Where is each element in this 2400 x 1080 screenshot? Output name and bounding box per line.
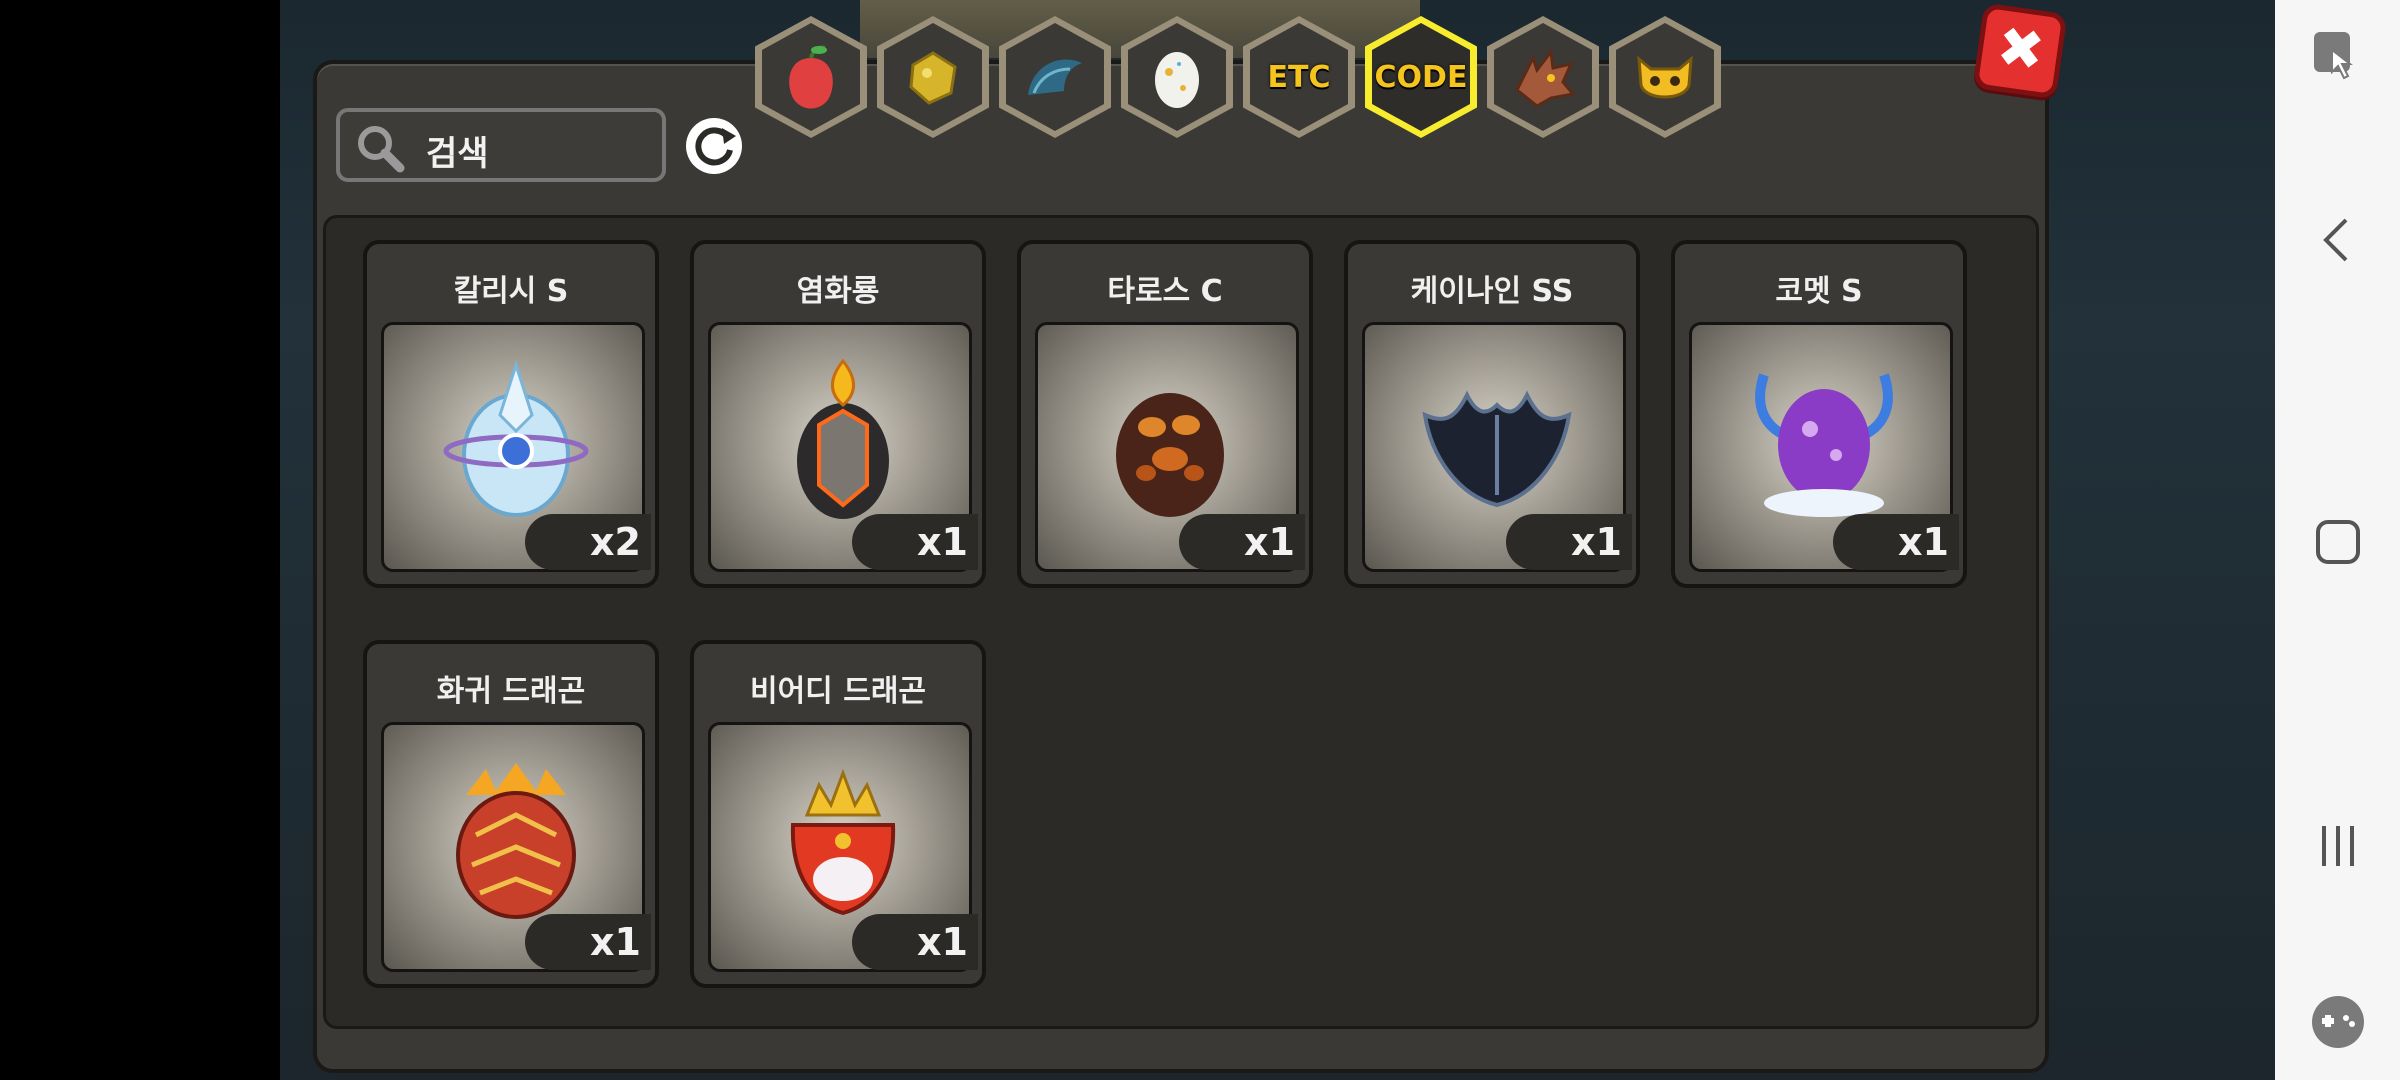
dragon-head-icon [1515, 48, 1576, 108]
item-quantity: x1 [525, 914, 651, 970]
item-card[interactable]: 염화룡 x1 [690, 240, 986, 588]
flame-egg-icon [456, 763, 576, 919]
item-name: 코멧 S [1775, 274, 1863, 309]
item-name: 화귀 드래곤 [436, 674, 586, 709]
crystal-egg-icon [443, 360, 589, 517]
game-launcher-icon[interactable] [2310, 994, 2366, 1050]
item-name: 칼리시 S [453, 274, 569, 309]
item-card[interactable]: 칼리시 S x2 [363, 240, 659, 588]
item-name: 염화룡 [796, 274, 880, 309]
item-quantity: x1 [1179, 514, 1305, 570]
home-icon[interactable] [2310, 514, 2366, 570]
fruit-icon [789, 45, 833, 109]
item-card[interactable]: 타로스 C x1 [1017, 240, 1313, 588]
refresh-icon[interactable] [684, 116, 744, 176]
tab-etc-label: ETC [1267, 59, 1331, 95]
gold-nugget-icon [909, 51, 957, 105]
item-name: 케이나인 SS [1410, 274, 1574, 309]
item-quantity: x2 [525, 514, 651, 570]
close-icon: ✖ [1992, 14, 2049, 86]
recent-apps-icon[interactable] [2310, 818, 2366, 874]
item-quantity: x1 [1506, 514, 1632, 570]
item-card[interactable]: 케이나인 SS x1 [1344, 240, 1640, 588]
tab-code-label: CODE [1374, 59, 1468, 95]
item-name: 비어디 드래곤 [749, 674, 927, 709]
purple-egg-icon [1755, 373, 1893, 517]
search-icon [358, 126, 405, 173]
close-button[interactable]: ✖ [1972, 2, 2068, 100]
fire-dragon-egg-icon [797, 358, 889, 519]
lava-egg-icon [1116, 393, 1224, 517]
claw-icon [1028, 59, 1082, 95]
left-letterbox [0, 0, 280, 1080]
item-card[interactable]: 비어디 드래곤 x1 [690, 640, 986, 988]
item-name: 타로스 C [1107, 274, 1223, 309]
item-card[interactable]: 화귀 드래곤 x1 [363, 640, 659, 988]
item-quantity: x1 [852, 914, 978, 970]
item-card[interactable]: 코멧 S x1 [1671, 240, 1967, 588]
egg-icon [1155, 52, 1199, 108]
search-input[interactable]: 검색 [336, 108, 666, 182]
back-icon[interactable] [2310, 212, 2366, 268]
item-quantity: x1 [1833, 514, 1959, 570]
crown-egg-icon [790, 768, 896, 916]
item-quantity: x1 [852, 514, 978, 570]
mask-icon [1637, 55, 1693, 99]
dark-egg-icon [1422, 390, 1572, 508]
touch-lock-icon[interactable] [2310, 28, 2366, 84]
search-placeholder: 검색 [426, 134, 489, 174]
